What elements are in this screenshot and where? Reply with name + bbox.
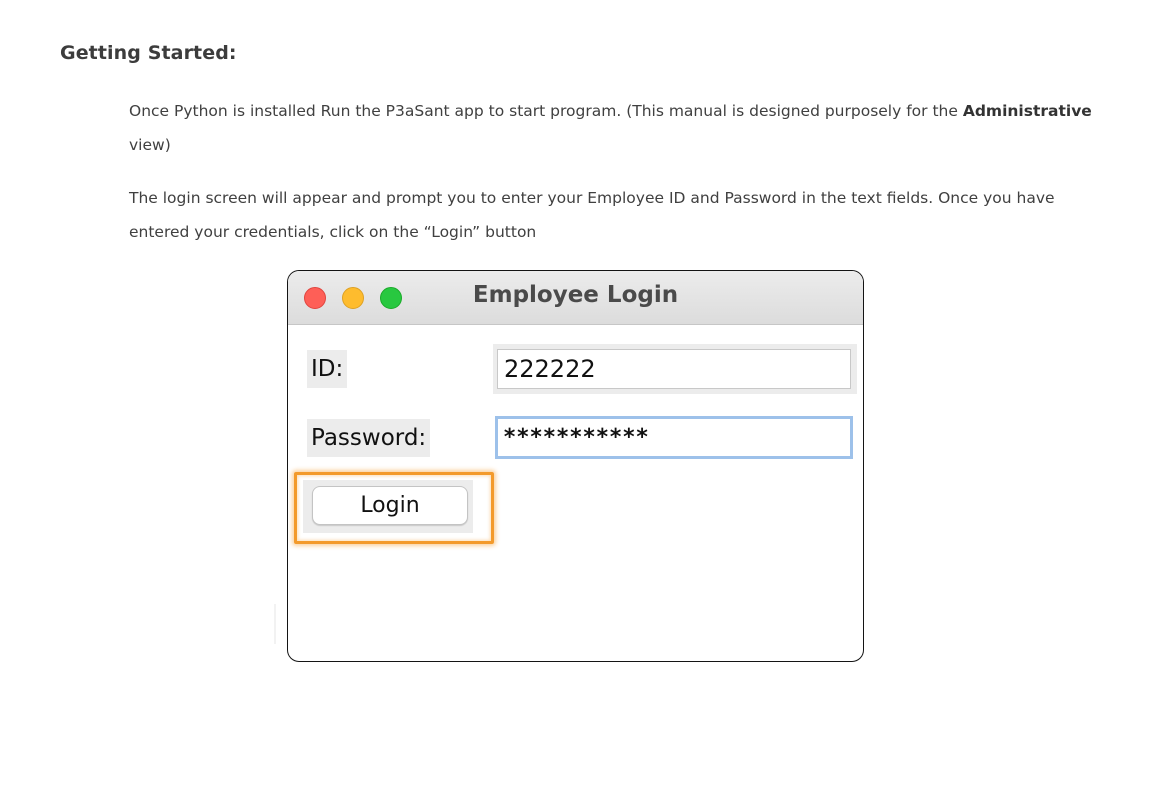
password-input[interactable] <box>495 416 853 459</box>
section-heading: Getting Started: <box>60 42 237 64</box>
login-window-screenshot: Employee Login ID: Password: Login <box>287 270 864 662</box>
id-label: ID: <box>307 350 348 388</box>
intro-text: Once Python is installed Run the P3aSant… <box>129 102 963 120</box>
image-edge-artifact <box>274 604 276 644</box>
employee-id-input[interactable] <box>497 349 851 389</box>
login-button-highlight <box>294 472 494 544</box>
intro-text-end: view) <box>129 136 171 154</box>
intro-bold-text: Administrative <box>962 102 1092 120</box>
window-title: Employee Login <box>472 282 679 308</box>
login-instructions-paragraph: The login screen will appear and prompt … <box>129 189 1055 241</box>
login-window: Employee Login ID: Password: Login <box>288 271 863 661</box>
intro-paragraph: Once Python is installed Run the P3aSant… <box>129 94 1104 162</box>
password-label: Password: <box>307 419 431 457</box>
window-titlebar: Employee Login <box>288 271 863 325</box>
